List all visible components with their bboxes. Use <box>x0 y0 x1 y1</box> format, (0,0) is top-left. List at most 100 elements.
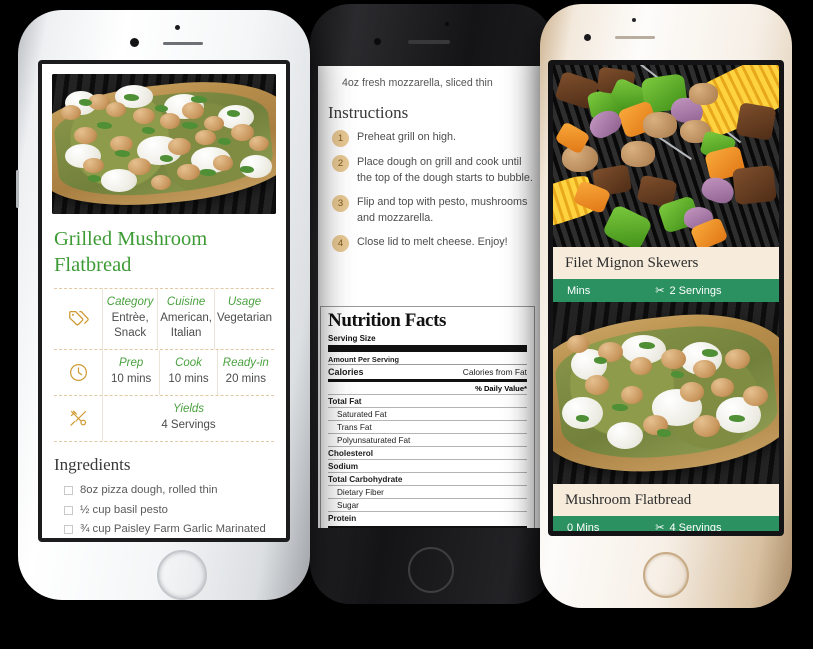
middle-phone-screen[interactable]: 4oz fresh mozzarella, sliced thin Instru… <box>318 66 545 528</box>
ingredient-checkbox[interactable] <box>64 486 73 496</box>
home-button[interactable] <box>157 550 207 600</box>
mushroom-piece <box>181 102 205 119</box>
step-number-badge: 1 <box>332 129 349 147</box>
home-button[interactable] <box>408 547 454 593</box>
herb-garnish <box>123 93 140 101</box>
page-title: Grilled Mushroom Flatbread <box>54 228 208 277</box>
recipe-card-list: Filet Mignon Skewers Mins ✂ 2 Servings M… <box>553 65 779 531</box>
meta-label: Cook <box>175 357 202 370</box>
recipe-detail-page: Grilled Mushroom Flatbread Category Entr… <box>42 64 286 538</box>
mushroom-piece <box>249 135 270 151</box>
meta-value: Entrèe, Snack <box>111 312 149 340</box>
herb-garnish <box>141 127 156 135</box>
nutrient-label: Total Carbohydrate <box>328 474 403 484</box>
tags-icon <box>54 289 102 349</box>
recipe-photo-flatbread <box>553 302 779 484</box>
middle-phone: 4oz fresh mozzarella, sliced thin Instru… <box>310 4 553 604</box>
list-item[interactable]: ¾ cup Paisley Farm Garlic Marinated <box>54 521 274 538</box>
ingredient-text: ¾ cup Paisley Farm Garlic Marinated <box>80 523 266 536</box>
herb-garnish <box>656 429 671 437</box>
meta-cells: Category Entrèe, Snack Cuisine American,… <box>102 289 274 350</box>
meta-cell-ready-in: Ready-in 20 mins <box>216 350 274 396</box>
herb-garnish <box>78 99 93 107</box>
volume-button[interactable] <box>16 170 19 208</box>
front-camera-icon <box>130 38 139 47</box>
utensils-icon: ✂ <box>655 285 665 297</box>
meta-value: 20 mins <box>225 373 266 386</box>
instruction-steps: 1 Preheat grill on high. 2 Place dough o… <box>332 129 535 252</box>
meta-value: 4 Servings <box>161 419 216 432</box>
list-item[interactable]: 8oz pizza dough, rolled thin <box>54 482 274 500</box>
nutrient-row: Trans Fat <box>328 421 527 435</box>
step-text: Preheat grill on high. <box>357 130 457 143</box>
herb-garnish <box>729 414 746 423</box>
servings-group: ✂ 2 Servings <box>655 284 721 298</box>
meta-value: Vegetarian <box>217 312 272 325</box>
meta-cell-yields: Yields 4 Servings <box>102 396 274 442</box>
divider <box>328 379 527 383</box>
recipe-time: 0 Mins <box>567 521 600 532</box>
nutrient-label: Polyunsaturated Fat <box>337 435 411 445</box>
list-item[interactable]: Filet Mignon Skewers Mins ✂ 2 Servings <box>553 65 779 302</box>
mushroom-piece <box>74 127 97 144</box>
nutrition-title: Nutrition Facts <box>328 310 447 331</box>
nutrient-row: Protein <box>328 512 527 524</box>
herb-garnish <box>159 155 173 163</box>
utensils-icon: ✂ <box>655 522 665 531</box>
step-text: Close lid to melt cheese. Enjoy! <box>357 235 508 248</box>
nutrient-label: Protein <box>328 513 357 523</box>
right-phone-screen[interactable]: Filet Mignon Skewers Mins ✂ 2 Servings M… <box>553 65 779 531</box>
nutrient-row: Polyunsaturated Fat <box>328 434 527 448</box>
meta-label: Prep <box>119 357 144 370</box>
recipe-meta-table: Category Entrèe, Snack Cuisine American,… <box>54 288 274 443</box>
instructions-heading: Instructions <box>328 102 409 122</box>
ingredient-text: 8oz pizza dough, rolled thin <box>80 484 218 497</box>
meta-cells: Prep 10 mins Cook 10 mins Ready-in 20 mi… <box>102 350 274 396</box>
recipe-card-meta-bar: 0 Mins ✂ 4 Servings <box>553 516 779 531</box>
nutrient-row: Sodium <box>328 460 527 474</box>
mushroom-piece <box>584 374 610 395</box>
nutrient-row: Saturated Fat <box>328 408 527 422</box>
herb-garnish <box>575 414 590 423</box>
front-sensor-icon <box>632 18 636 22</box>
daily-value-header: % Daily Value* <box>328 383 527 396</box>
hero-image-wrap <box>42 64 286 214</box>
nutrient-label: Trans Fat <box>337 422 372 432</box>
list-item[interactable]: Mushroom Flatbread 0 Mins ✂ 4 Servings <box>553 302 779 531</box>
meat-cube <box>735 102 778 141</box>
earpiece-speaker-icon <box>408 40 450 44</box>
home-button[interactable] <box>643 552 689 598</box>
nutrient-row: Dietary Fiber <box>328 486 527 500</box>
nutrient-row: Cholesterol <box>328 447 527 461</box>
list-item[interactable]: ½ cup basil pesto <box>54 502 274 520</box>
meta-cell-usage: Usage Vegetarian <box>214 289 274 350</box>
nutrient-label: Total Fat <box>328 396 362 406</box>
step-number-badge: 3 <box>332 194 349 212</box>
clock-icon <box>54 350 102 395</box>
mushroom-piece <box>177 163 200 181</box>
herb-garnish <box>96 121 113 129</box>
amount-per-serving-row: Amount Per Serving <box>328 354 527 364</box>
meta-cell-cook: Cook 10 mins <box>159 350 216 396</box>
list-item: 2 Place dough on grill and cook until th… <box>332 154 535 187</box>
mushroom-piece <box>693 414 721 437</box>
meta-value: 10 mins <box>111 373 152 386</box>
herb-garnish <box>181 121 198 129</box>
herb-garnish <box>611 403 628 412</box>
left-phone-screen[interactable]: Grilled Mushroom Flatbread Category Entr… <box>42 64 286 538</box>
recipe-card-meta-bar: Mins ✂ 2 Servings <box>553 279 779 302</box>
ingredients-heading: Ingredients <box>54 455 131 475</box>
step-number-badge: 4 <box>332 234 349 252</box>
earpiece-speaker-icon <box>615 36 655 39</box>
list-item: 3 Flip and top with pesto, mushrooms and… <box>332 194 535 227</box>
table-row: Category Entrèe, Snack Cuisine American,… <box>54 288 274 350</box>
meta-label: Cuisine <box>166 296 206 309</box>
mushroom-piece <box>150 174 171 191</box>
ingredient-checkbox[interactable] <box>64 525 73 535</box>
mushroom-piece <box>724 349 750 370</box>
ingredient-checkbox[interactable] <box>64 505 73 515</box>
meta-label: Category <box>106 296 154 309</box>
utensils-icon <box>54 396 102 441</box>
scene-root: 4oz fresh mozzarella, sliced thin Instru… <box>0 0 813 649</box>
instructions-page: 4oz fresh mozzarella, sliced thin Instru… <box>318 66 545 528</box>
